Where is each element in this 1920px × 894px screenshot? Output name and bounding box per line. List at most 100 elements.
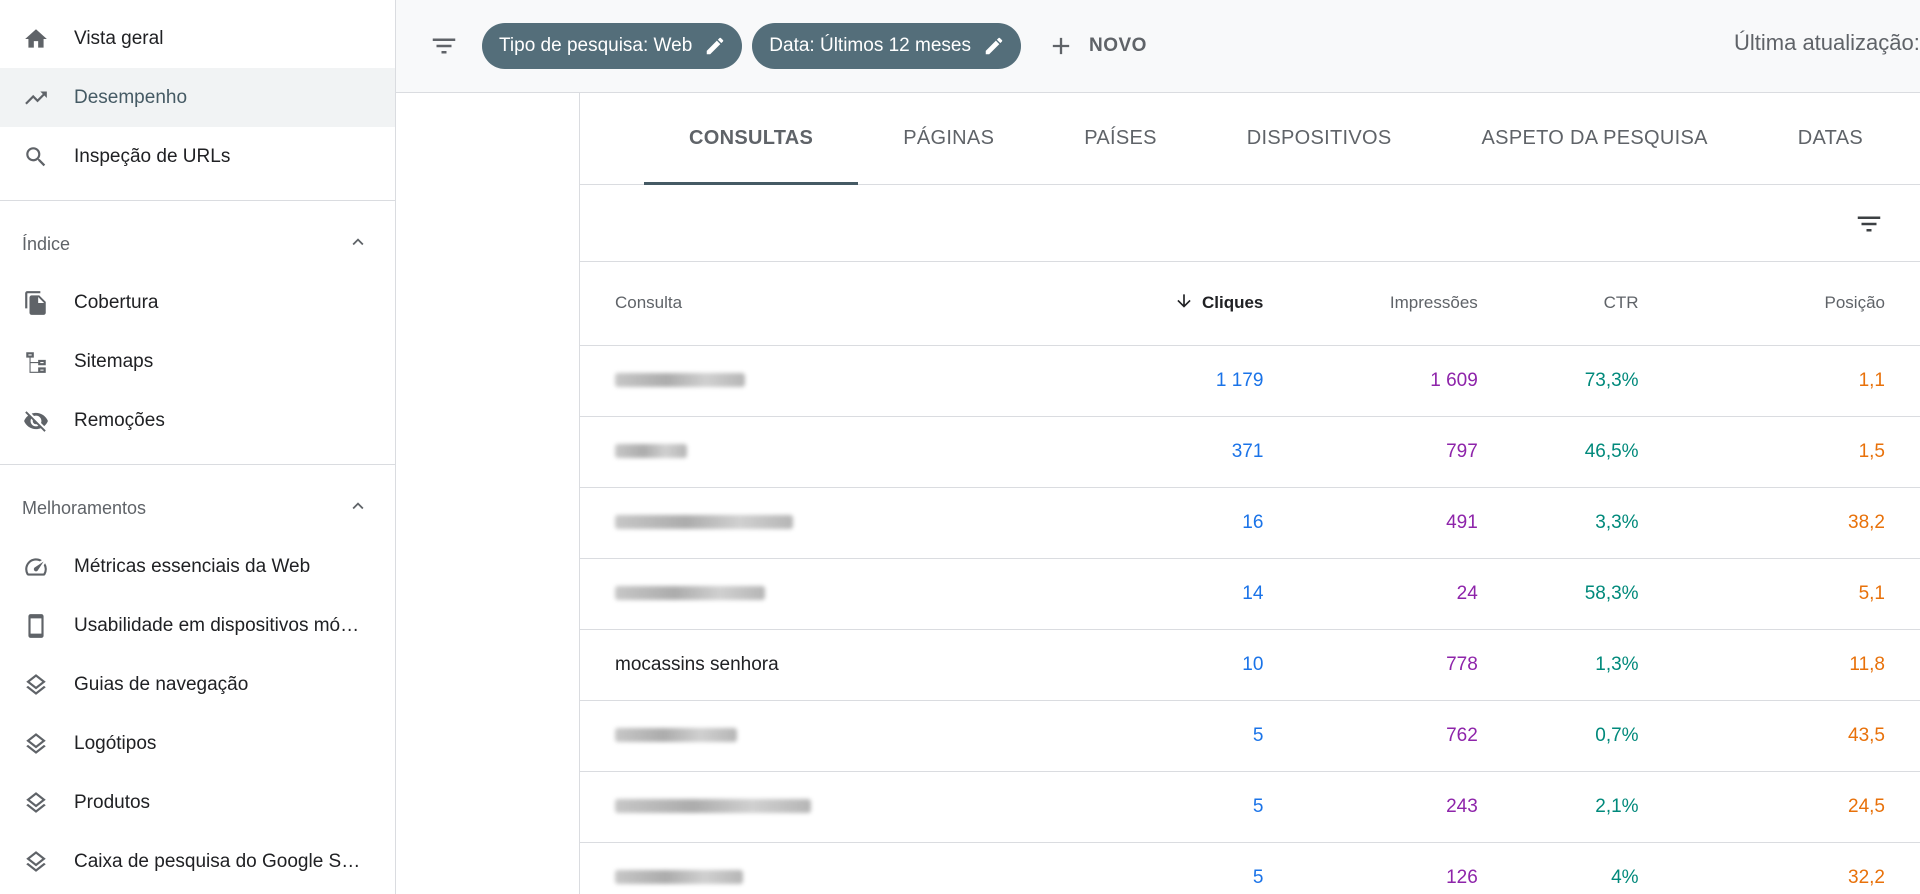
nav-item-coverage[interactable]: Cobertura xyxy=(0,273,395,332)
nav-label: Logótipos xyxy=(74,732,157,754)
edit-icon xyxy=(985,37,1003,55)
blurred-query xyxy=(615,586,765,601)
new-filter-button[interactable]: NOVO xyxy=(1047,32,1147,60)
impressions-cell: 797 xyxy=(1263,416,1478,488)
layers-icon xyxy=(22,730,50,758)
nav-label: Guias de navegação xyxy=(74,673,249,695)
tab-countries[interactable]: PAÍSES xyxy=(1039,93,1202,184)
sidebar: Vista geral Desempenho Inspeção de URLs … xyxy=(0,0,396,894)
layers-icon xyxy=(22,671,50,699)
tab-dates[interactable]: DATAS xyxy=(1753,93,1908,184)
position-cell: 1,1 xyxy=(1638,345,1920,417)
section-header-index[interactable]: Índice xyxy=(0,215,395,273)
impressions-cell: 1 609 xyxy=(1263,345,1478,417)
nav-label: Usabilidade em dispositivos móveis xyxy=(74,614,364,636)
new-label: NOVO xyxy=(1088,35,1147,56)
smartphone-icon xyxy=(22,612,50,640)
column-header-impressions[interactable]: Impressões xyxy=(1263,262,1478,346)
tab-queries[interactable]: CONSULTAS xyxy=(644,93,859,185)
search-icon xyxy=(22,143,50,171)
table-row[interactable]: 1 179 1 609 73,3% 1,1 xyxy=(580,345,1920,417)
ctr-cell: 46,5% xyxy=(1477,416,1639,488)
query-cell xyxy=(580,771,1036,843)
ctr-cell: 2,1% xyxy=(1477,771,1639,843)
nav-item-breadcrumbs[interactable]: Guias de navegação xyxy=(0,655,395,714)
nav-item-core-web-vitals[interactable]: Métricas essenciais da Web xyxy=(0,537,395,596)
position-cell: 43,5 xyxy=(1638,700,1920,772)
sidebar-divider xyxy=(0,464,395,465)
nav-label: Métricas essenciais da Web xyxy=(74,555,311,577)
table-row[interactable]: 14 24 58,3% 5,1 xyxy=(580,558,1920,630)
clicks-cell: 14 xyxy=(1035,558,1264,630)
column-header-label: Cliques xyxy=(1201,292,1264,312)
clicks-cell: 16 xyxy=(1035,487,1264,559)
section-header-enhancements[interactable]: Melhoramentos xyxy=(0,479,395,537)
clicks-cell: 5 xyxy=(1035,771,1264,843)
table-header-row: Consulta Cliques Impressões CTR Posição xyxy=(580,262,1920,346)
edit-icon xyxy=(707,37,724,55)
query-cell: mocassins senhora xyxy=(580,629,1036,701)
blurred-query xyxy=(615,373,745,388)
layers-icon xyxy=(22,848,50,876)
nav-label: Cobertura xyxy=(74,291,159,313)
tab-search-appearance[interactable]: ASPETO DA PESQUISA xyxy=(1437,93,1753,184)
table-row[interactable]: 5 243 2,1% 24,5 xyxy=(580,771,1920,843)
nav-label: Produtos xyxy=(74,791,151,813)
table-row[interactable]: 5 762 0,7% 43,5 xyxy=(580,700,1920,772)
nav-item-removals[interactable]: Remoções xyxy=(0,391,395,450)
tab-pages[interactable]: PÁGINAS xyxy=(858,93,1039,184)
chevron-up-icon xyxy=(347,231,369,258)
column-header-ctr[interactable]: CTR xyxy=(1477,262,1639,346)
filter-icon[interactable] xyxy=(416,18,472,74)
query-cell xyxy=(580,558,1036,630)
table-row[interactable]: mocassins senhora 10 778 1,3% 11,8 xyxy=(580,629,1920,701)
blurred-query xyxy=(615,515,793,530)
nav-item-logos[interactable]: Logótipos xyxy=(0,714,395,773)
blurred-query xyxy=(615,444,687,459)
blurred-query xyxy=(615,799,811,814)
clicks-cell: 5 xyxy=(1035,700,1264,772)
nav-item-products[interactable]: Produtos xyxy=(0,773,395,832)
table-row[interactable]: 16 491 3,3% 38,2 xyxy=(580,487,1920,559)
nav-label: Inspeção de URLs xyxy=(74,145,231,167)
table-row[interactable]: 5 126 4% 32,2 xyxy=(580,842,1920,894)
table-filter-icon[interactable] xyxy=(1852,207,1886,241)
column-header-position[interactable]: Posição xyxy=(1638,262,1920,346)
nav-item-performance[interactable]: Desempenho xyxy=(0,68,395,127)
nav-item-overview[interactable]: Vista geral xyxy=(0,9,395,68)
position-cell: 11,8 xyxy=(1638,629,1920,701)
position-cell: 38,2 xyxy=(1638,487,1920,559)
nav-label: Remoções xyxy=(74,409,165,431)
chip-label: Tipo de pesquisa: Web xyxy=(499,35,693,56)
position-cell: 32,2 xyxy=(1638,842,1920,894)
ctr-cell: 3,3% xyxy=(1477,487,1639,559)
query-cell xyxy=(580,487,1036,559)
search-type-chip[interactable]: Tipo de pesquisa: Web xyxy=(482,23,743,69)
query-cell xyxy=(580,842,1036,894)
tab-devices[interactable]: DISPOSITIVOS xyxy=(1202,93,1437,184)
trending-up-icon xyxy=(22,84,50,112)
column-header-query[interactable]: Consulta xyxy=(580,262,1036,346)
query-cell xyxy=(580,700,1036,772)
query-cell xyxy=(580,416,1036,488)
position-cell: 24,5 xyxy=(1638,771,1920,843)
blurred-query xyxy=(615,728,737,743)
arrow-down-icon xyxy=(1174,291,1194,316)
clicks-cell: 10 xyxy=(1035,629,1264,701)
nav-label: Desempenho xyxy=(74,86,188,108)
queries-table: Consulta Cliques Impressões CTR Posição … xyxy=(580,262,1920,894)
nav-item-mobile-usability[interactable]: Usabilidade em dispositivos móveis xyxy=(0,596,395,655)
impressions-cell: 778 xyxy=(1263,629,1478,701)
column-header-label: Posição xyxy=(1824,293,1885,313)
impressions-cell: 243 xyxy=(1263,771,1478,843)
filter-bar: Tipo de pesquisa: Web Data: Últimos 12 m… xyxy=(396,0,1920,93)
nav-item-url-inspection[interactable]: Inspeção de URLs xyxy=(0,127,395,186)
table-toolbar xyxy=(580,185,1920,262)
table-row[interactable]: 371 797 46,5% 1,5 xyxy=(580,416,1920,488)
column-header-clicks[interactable]: Cliques xyxy=(1035,262,1264,346)
eye-off-icon xyxy=(22,407,50,435)
nav-item-sitemaps[interactable]: Sitemaps xyxy=(0,332,395,391)
tab-bar: CONSULTAS PÁGINAS PAÍSES DISPOSITIVOS AS… xyxy=(580,93,1920,185)
nav-item-sitelinks-searchbox[interactable]: Caixa de pesquisa do Google Sitelinks xyxy=(0,832,395,891)
date-chip[interactable]: Data: Últimos 12 meses xyxy=(752,23,1021,69)
